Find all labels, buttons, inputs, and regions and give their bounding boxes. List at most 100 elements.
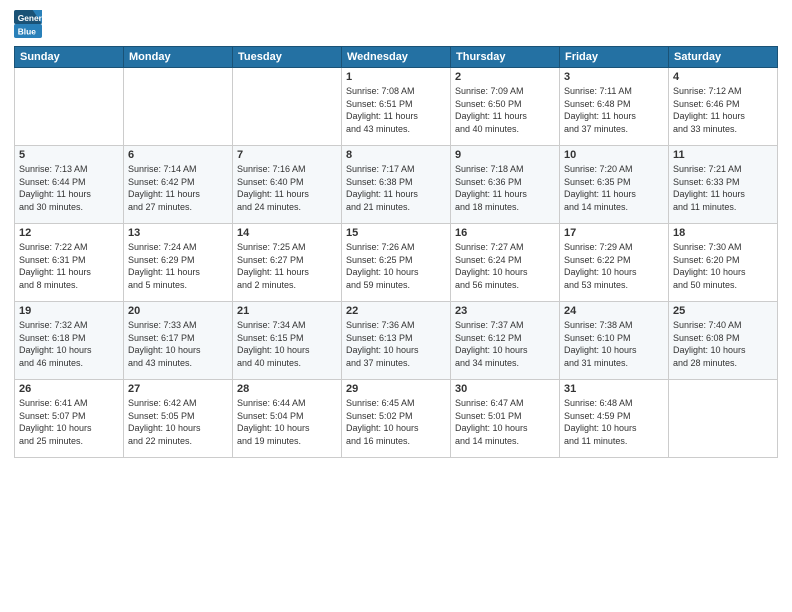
calendar-day-cell [669,380,778,458]
day-number: 2 [455,71,555,83]
day-header-tuesday: Tuesday [233,47,342,68]
calendar-day-cell: 20 Sunrise: 7:33 AM Sunset: 6:17 PM Dayli… [124,302,233,380]
day-info: Sunrise: 7:30 AM Sunset: 6:20 PM Dayligh… [673,241,773,291]
day-info: Sunrise: 7:38 AM Sunset: 6:10 PM Dayligh… [564,319,664,369]
day-info: Sunrise: 6:47 AM Sunset: 5:01 PM Dayligh… [455,397,555,447]
calendar-day-cell [15,68,124,146]
svg-text:General: General [18,13,42,23]
day-info: Sunrise: 7:29 AM Sunset: 6:22 PM Dayligh… [564,241,664,291]
logo-icon: General Blue [14,10,42,38]
day-info: Sunrise: 7:36 AM Sunset: 6:13 PM Dayligh… [346,319,446,369]
day-number: 28 [237,383,337,395]
day-number: 8 [346,149,446,161]
calendar-day-cell: 9Sunrise: 7:18 AM Sunset: 6:36 PM Daylig… [451,146,560,224]
day-info: Sunrise: 7:24 AM Sunset: 6:29 PM Dayligh… [128,241,228,291]
calendar-day-cell: 18Sunrise: 7:30 AM Sunset: 6:20 PM Dayli… [669,224,778,302]
calendar-day-cell: 1Sunrise: 7:08 AM Sunset: 6:51 PM Daylig… [342,68,451,146]
day-number: 27 [128,383,228,395]
day-number: 3 [564,71,664,83]
day-number: 29 [346,383,446,395]
calendar-day-cell: 19Sunrise: 7:32 AM Sunset: 6:18 PM Dayli… [15,302,124,380]
day-number: 23 [455,305,555,317]
calendar-day-cell: 4 Sunrise: 7:12 AM Sunset: 6:46 PM Daylig… [669,68,778,146]
day-info: Sunrise: 7:17 AM Sunset: 6:38 PM Dayligh… [346,163,446,213]
day-info: Sunrise: 6:45 AM Sunset: 5:02 PM Dayligh… [346,397,446,447]
day-info: Sunrise: 7:16 AM Sunset: 6:40 PM Dayligh… [237,163,337,213]
day-number: 13 [128,227,228,239]
calendar-day-cell: 17 Sunrise: 7:29 AM Sunset: 6:22 PM Dayli… [560,224,669,302]
page: General Blue SundayMondayTuesdayWednesda… [0,0,792,612]
calendar-day-cell: 24 Sunrise: 7:38 AM Sunset: 6:10 PM Dayli… [560,302,669,380]
calendar-day-cell: 11Sunrise: 7:21 AM Sunset: 6:33 PM Dayli… [669,146,778,224]
calendar-day-cell: 2 Sunrise: 7:09 AM Sunset: 6:50 PM Daylig… [451,68,560,146]
day-number: 20 [128,305,228,317]
calendar-day-cell: 23Sunrise: 7:37 AM Sunset: 6:12 PM Dayli… [451,302,560,380]
calendar-day-cell [233,68,342,146]
day-number: 26 [19,383,119,395]
logo: General Blue [14,10,46,38]
day-number: 7 [237,149,337,161]
day-info: Sunrise: 7:21 AM Sunset: 6:33 PM Dayligh… [673,163,773,213]
day-header-saturday: Saturday [669,47,778,68]
day-info: Sunrise: 7:11 AM Sunset: 6:48 PM Dayligh… [564,85,664,135]
day-info: Sunrise: 7:33 AM Sunset: 6:17 PM Dayligh… [128,319,228,369]
day-number: 4 [673,71,773,83]
day-number: 25 [673,305,773,317]
calendar-day-cell: 6 Sunrise: 7:14 AM Sunset: 6:42 PM Daylig… [124,146,233,224]
day-info: Sunrise: 7:27 AM Sunset: 6:24 PM Dayligh… [455,241,555,291]
day-number: 10 [564,149,664,161]
day-number: 5 [19,149,119,161]
day-header-friday: Friday [560,47,669,68]
day-number: 12 [19,227,119,239]
day-info: Sunrise: 7:26 AM Sunset: 6:25 PM Dayligh… [346,241,446,291]
calendar-week-row: 1Sunrise: 7:08 AM Sunset: 6:51 PM Daylig… [15,68,778,146]
calendar-header-row: SundayMondayTuesdayWednesdayThursdayFrid… [15,47,778,68]
day-info: Sunrise: 7:18 AM Sunset: 6:36 PM Dayligh… [455,163,555,213]
calendar-day-cell: 29 Sunrise: 6:45 AM Sunset: 5:02 PM Dayli… [342,380,451,458]
calendar-day-cell: 10 Sunrise: 7:20 AM Sunset: 6:35 PM Dayli… [560,146,669,224]
day-number: 24 [564,305,664,317]
calendar-week-row: 19Sunrise: 7:32 AM Sunset: 6:18 PM Dayli… [15,302,778,380]
day-number: 22 [346,305,446,317]
day-info: Sunrise: 7:40 AM Sunset: 6:08 PM Dayligh… [673,319,773,369]
calendar-day-cell: 8 Sunrise: 7:17 AM Sunset: 6:38 PM Daylig… [342,146,451,224]
calendar-day-cell: 3 Sunrise: 7:11 AM Sunset: 6:48 PM Daylig… [560,68,669,146]
day-header-sunday: Sunday [15,47,124,68]
calendar-day-cell: 28 Sunrise: 6:44 AM Sunset: 5:04 PM Dayli… [233,380,342,458]
calendar-day-cell: 25 Sunrise: 7:40 AM Sunset: 6:08 PM Dayli… [669,302,778,380]
calendar-day-cell: 22 Sunrise: 7:36 AM Sunset: 6:13 PM Dayli… [342,302,451,380]
day-number: 1 [346,71,446,83]
calendar-day-cell: 12 Sunrise: 7:22 AM Sunset: 6:31 PM Dayli… [15,224,124,302]
svg-text:Blue: Blue [18,26,36,36]
day-number: 16 [455,227,555,239]
calendar-day-cell: 14Sunrise: 7:25 AM Sunset: 6:27 PM Dayli… [233,224,342,302]
day-header-monday: Monday [124,47,233,68]
day-number: 6 [128,149,228,161]
day-info: Sunrise: 7:34 AM Sunset: 6:15 PM Dayligh… [237,319,337,369]
day-info: Sunrise: 7:13 AM Sunset: 6:44 PM Dayligh… [19,163,119,213]
day-number: 30 [455,383,555,395]
calendar-day-cell: 15 Sunrise: 7:26 AM Sunset: 6:25 PM Dayli… [342,224,451,302]
calendar-day-cell: 13 Sunrise: 7:24 AM Sunset: 6:29 PM Dayli… [124,224,233,302]
day-number: 21 [237,305,337,317]
day-info: Sunrise: 7:22 AM Sunset: 6:31 PM Dayligh… [19,241,119,291]
day-info: Sunrise: 6:44 AM Sunset: 5:04 PM Dayligh… [237,397,337,447]
day-number: 31 [564,383,664,395]
day-info: Sunrise: 7:09 AM Sunset: 6:50 PM Dayligh… [455,85,555,135]
day-number: 17 [564,227,664,239]
calendar-day-cell: 30 Sunrise: 6:47 AM Sunset: 5:01 PM Dayli… [451,380,560,458]
day-number: 15 [346,227,446,239]
day-info: Sunrise: 6:42 AM Sunset: 5:05 PM Dayligh… [128,397,228,447]
calendar-day-cell: 7 Sunrise: 7:16 AM Sunset: 6:40 PM Daylig… [233,146,342,224]
calendar-day-cell: 31 Sunrise: 6:48 AM Sunset: 4:59 PM Dayli… [560,380,669,458]
day-info: Sunrise: 6:41 AM Sunset: 5:07 PM Dayligh… [19,397,119,447]
day-info: Sunrise: 7:32 AM Sunset: 6:18 PM Dayligh… [19,319,119,369]
day-number: 14 [237,227,337,239]
day-info: Sunrise: 6:48 AM Sunset: 4:59 PM Dayligh… [564,397,664,447]
day-info: Sunrise: 7:12 AM Sunset: 6:46 PM Dayligh… [673,85,773,135]
day-info: Sunrise: 7:14 AM Sunset: 6:42 PM Dayligh… [128,163,228,213]
calendar-day-cell: 16 Sunrise: 7:27 AM Sunset: 6:24 PM Dayli… [451,224,560,302]
calendar-day-cell: 27 Sunrise: 6:42 AM Sunset: 5:05 PM Dayli… [124,380,233,458]
day-header-thursday: Thursday [451,47,560,68]
day-info: Sunrise: 7:20 AM Sunset: 6:35 PM Dayligh… [564,163,664,213]
